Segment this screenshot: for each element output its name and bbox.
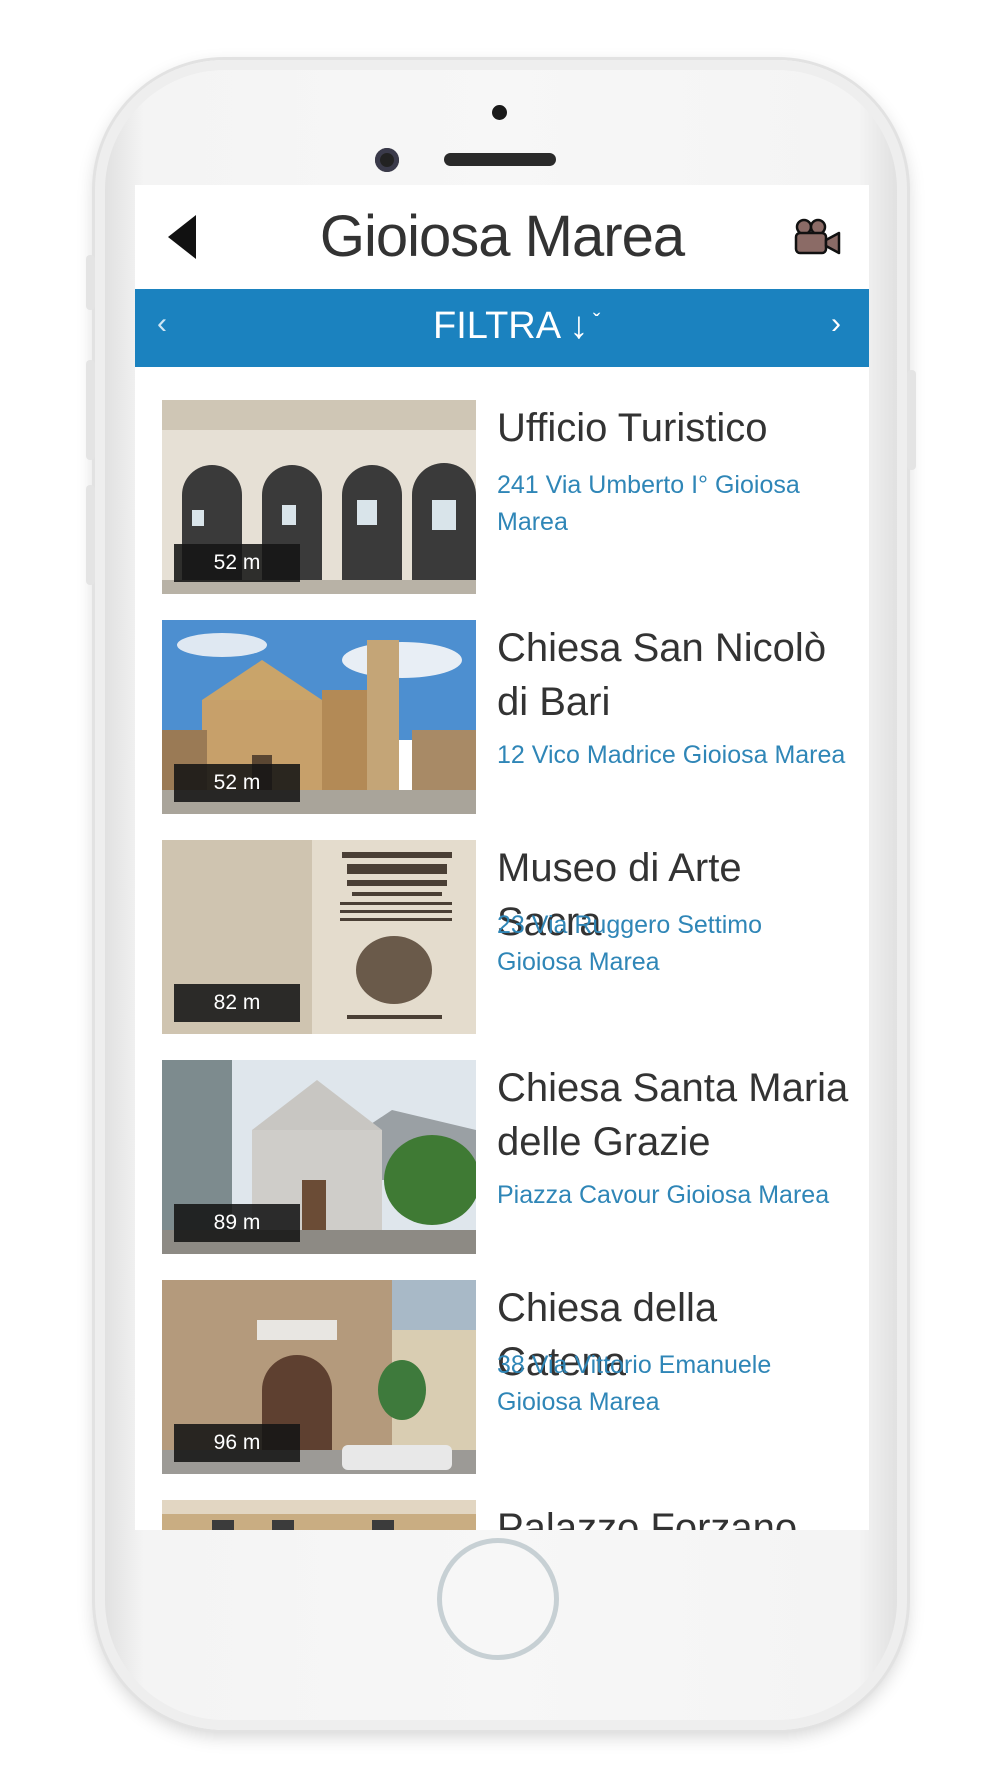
volume-down-button: [86, 485, 95, 585]
place-address: 23 Via Ruggero Settimo Gioiosa Marea: [497, 911, 762, 976]
list-item[interactable]: 52 m Chiesa San Nicolò di Bari 12 Vico M…: [135, 587, 869, 814]
previous-arrow-icon[interactable]: ‹: [157, 307, 167, 341]
list-item[interactable]: 96 m Chiesa della Catena 38 Via Vittorio…: [135, 1247, 869, 1474]
place-name: Chiesa San Nicolò di Bari: [497, 626, 827, 724]
power-button: [907, 370, 916, 470]
page-title: Gioiosa Marea: [319, 204, 685, 269]
place-address: Piazza Cavour Gioiosa Marea: [497, 1181, 830, 1209]
chevron-down-icon[interactable]: ˇ: [593, 309, 600, 335]
video-camera-icon[interactable]: [793, 218, 841, 256]
list-item[interactable]: 82 m Museo di Arte Sacra 23 Via Ruggero …: [135, 807, 869, 1034]
filter-bar: ‹ FILTRA ↓ ˇ ›: [135, 289, 869, 367]
app-screen: Gioiosa Marea ‹ FILTRA ↓ ˇ › 52 m Uffici…: [135, 185, 869, 1530]
list-item[interactable]: 89 m Chiesa Santa Maria delle Grazie Pia…: [135, 1027, 869, 1254]
mute-switch: [86, 255, 95, 310]
next-arrow-icon[interactable]: ›: [831, 307, 841, 341]
distance-badge: 89 m: [174, 1204, 300, 1242]
filter-button[interactable]: FILTRA ↓: [433, 305, 589, 348]
place-name: Chiesa Santa Maria delle Grazie: [497, 1066, 849, 1164]
front-camera: [375, 148, 399, 172]
place-name: Ufficio Turistico: [497, 406, 768, 450]
distance-badge: 82 m: [174, 984, 300, 1022]
distance-badge: 52 m: [174, 764, 300, 802]
list-item[interactable]: Palazzo Forzano: [135, 1467, 869, 1530]
place-name: Palazzo Forzano: [497, 1506, 798, 1530]
volume-up-button: [86, 360, 95, 460]
place-address: 12 Vico Madrice Gioiosa Marea: [497, 741, 846, 769]
list-item[interactable]: 52 m Ufficio Turistico 241 Via Umberto I…: [135, 367, 869, 594]
place-address: 241 Via Umberto I° Gioiosa Marea: [497, 471, 800, 536]
app-header: Gioiosa Marea: [135, 185, 869, 289]
places-list: 52 m Ufficio Turistico 241 Via Umberto I…: [135, 367, 869, 1530]
place-address: 38 Via Vittorio Emanuele Gioiosa Marea: [497, 1351, 772, 1416]
proximity-sensor: [492, 105, 507, 120]
distance-badge: 96 m: [174, 1424, 300, 1462]
home-button[interactable]: [437, 1538, 559, 1660]
earpiece-speaker: [444, 153, 556, 166]
distance-badge: 52 m: [174, 544, 300, 582]
place-photo: [162, 1500, 476, 1530]
